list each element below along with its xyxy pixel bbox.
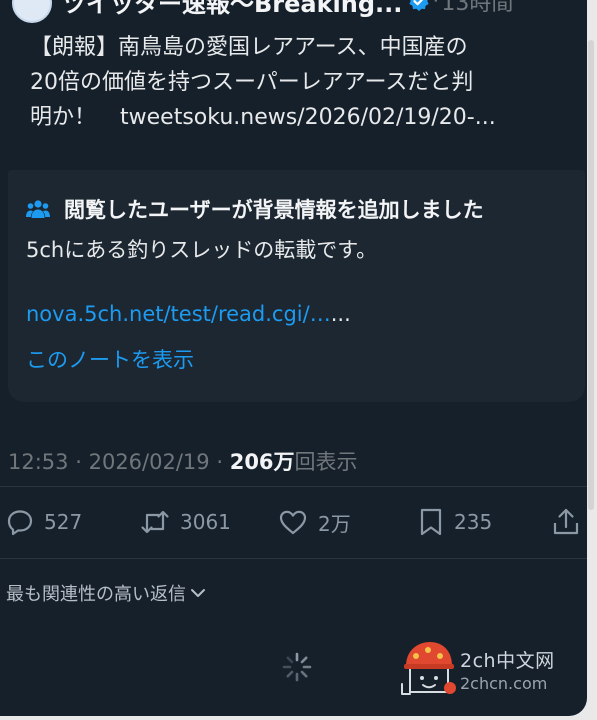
meta-separator: · xyxy=(216,450,224,474)
retweet-count: 3061 xyxy=(180,510,231,534)
loading-spinner-icon xyxy=(282,652,312,682)
avatar[interactable] xyxy=(12,0,52,23)
tweet-header: ツイッター速報〜Breaking... · 13時間 xyxy=(12,0,513,23)
heart-icon xyxy=(279,510,307,535)
tweet-screen: ツイッター速報〜Breaking... · 13時間 【朗報】南鳥島の愛国レアア… xyxy=(0,0,587,716)
tweet-text: 【朗報】南鳥島の愛国レアアース、中国産の 20倍の価値を持つスーパーレアアースだ… xyxy=(30,30,570,135)
post-time[interactable]: 12:53 xyxy=(8,450,69,474)
community-note-link-text[interactable]: nova.5ch.net/test/read.cgi/… xyxy=(26,302,331,326)
community-note-body: 5chにある釣りスレッドの転載です。 xyxy=(26,238,378,262)
scrollbar[interactable] xyxy=(588,40,594,510)
community-note-link[interactable]: nova.5ch.net/test/read.cgi/…... xyxy=(26,302,351,326)
display-name[interactable]: ツイッター速報〜Breaking... xyxy=(62,0,402,19)
community-note: 閲覧したユーザーが背景情報を追加しました 5chにある釣りスレッドの転載です。 … xyxy=(8,170,585,402)
tweet-text-line: 【朗報】南鳥島の愛国レアアース、中国産の xyxy=(30,35,468,60)
verified-badge-icon xyxy=(409,0,430,11)
bookmark-icon xyxy=(420,508,442,536)
tweet-meta: 12:53 · 2026/02/19 · 206万回表示 xyxy=(8,446,358,476)
divider xyxy=(0,558,587,559)
show-note-link[interactable]: このノートを表示 xyxy=(26,344,194,374)
meta-separator: · xyxy=(75,450,82,474)
bookmark-button[interactable]: 235 xyxy=(418,502,492,542)
tweet-text-line: 20倍の価値を持つスーパーレアアースだと判 xyxy=(30,70,474,95)
divider xyxy=(0,486,587,487)
reply-count: 527 xyxy=(44,510,83,534)
views-count[interactable]: 206万 xyxy=(230,450,295,474)
reply-sort-label: 最も関連性の高い返信 xyxy=(6,584,186,605)
post-date[interactable]: 2026/02/19 xyxy=(89,450,210,474)
share-button[interactable] xyxy=(552,502,587,542)
mascot-logo-icon xyxy=(401,642,456,695)
reply-button[interactable]: 527 xyxy=(6,502,82,542)
retweet-button[interactable]: 3061 xyxy=(140,502,231,542)
views-label: 回表示 xyxy=(294,450,358,474)
reply-sort-dropdown[interactable]: 最も関連性の高い返信 xyxy=(6,580,206,606)
tweet-link[interactable]: tweetsoku.news/2026/02/19/20-... xyxy=(120,105,496,130)
tweet-text-line-end: 明か！ xyxy=(30,105,97,130)
community-note-title: 閲覧したユーザーが背景情報を追加しました xyxy=(64,198,484,222)
community-note-link-trailing: ... xyxy=(330,302,351,326)
header-separator: · xyxy=(432,0,440,14)
action-bar: 527 3061 2万 235 xyxy=(0,502,587,542)
watermark-url: 2chcn.com xyxy=(460,674,548,693)
like-count: 2万 xyxy=(318,511,351,536)
post-time-ago[interactable]: 13時間 xyxy=(441,0,513,17)
retweet-icon xyxy=(141,510,169,534)
people-icon xyxy=(26,200,50,218)
tweet-text-line: 明か！ tweetsoku.news/2026/02/19/20-... xyxy=(30,100,570,135)
like-button[interactable]: 2万 xyxy=(278,502,351,542)
watermark-text: 2ch中文网 xyxy=(460,650,555,672)
bookmark-count: 235 xyxy=(454,510,493,534)
share-icon xyxy=(553,508,579,535)
reply-icon xyxy=(7,510,33,536)
chevron-down-icon xyxy=(191,589,205,597)
community-note-header: 閲覧したユーザーが背景情報を追加しました xyxy=(26,194,484,224)
watermark: 2ch中文网 2chcn.com xyxy=(398,636,573,706)
